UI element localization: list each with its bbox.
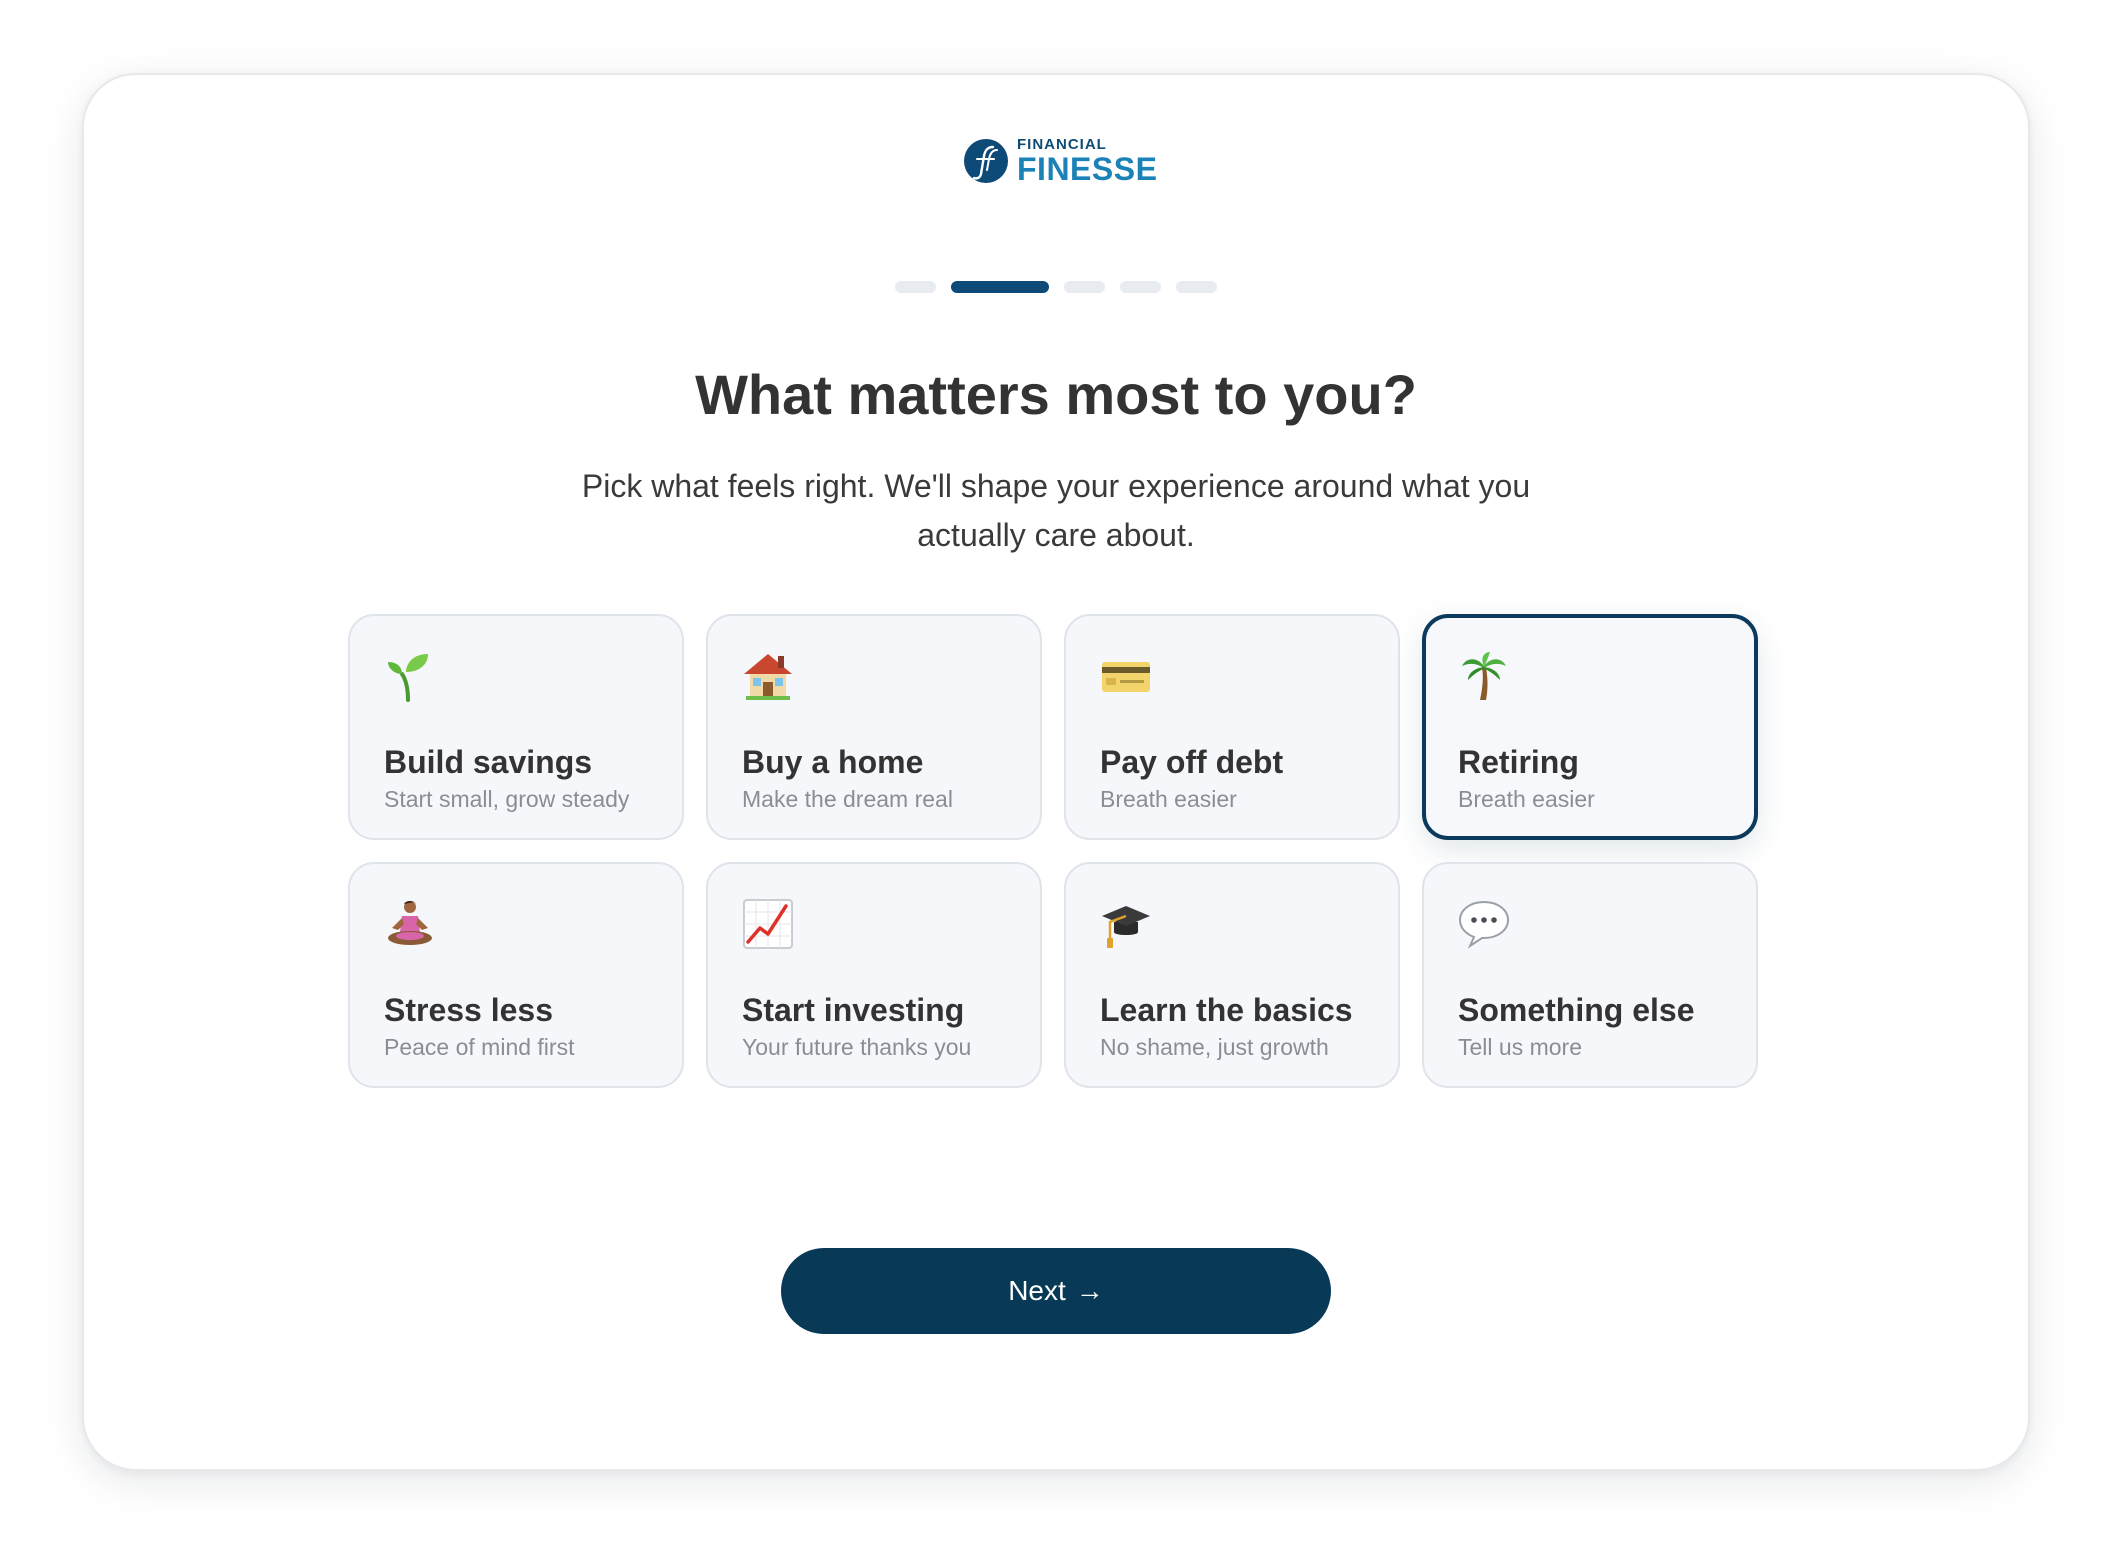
options-grid: Build savings Start small, grow steady B… <box>348 614 1758 1088</box>
option-subtitle: No shame, just growth <box>1100 1034 1329 1060</box>
palm-tree-icon <box>1462 652 1506 700</box>
meditation-icon <box>388 901 432 945</box>
chart-increasing-icon <box>743 899 793 949</box>
option-subtitle: Peace of mind first <box>384 1034 575 1060</box>
option-learn-basics[interactable]: Learn the basics No shame, just growth <box>1064 862 1400 1088</box>
option-subtitle: Breath easier <box>1100 786 1237 812</box>
option-title: Buy a home <box>742 744 924 780</box>
option-title: Build savings <box>384 744 593 780</box>
option-something-else[interactable]: Something else Tell us more <box>1422 862 1758 1088</box>
page-subtitle: Pick what feels right. We'll shape your … <box>581 468 1531 553</box>
credit-card-icon <box>1102 662 1150 692</box>
step-progress <box>0 281 2112 293</box>
progress-step-5 <box>1176 281 1217 293</box>
page-title: What matters most to you? <box>695 363 1417 426</box>
option-subtitle: Breath easier <box>1458 786 1595 812</box>
finesse-logo-icon <box>964 139 1008 183</box>
option-subtitle: Your future thanks you <box>742 1034 972 1060</box>
option-title: Start investing <box>742 992 965 1028</box>
option-pay-off-debt[interactable]: Pay off debt Breath easier <box>1064 614 1400 840</box>
option-start-investing[interactable]: Start investing Your future thanks you <box>706 862 1042 1088</box>
graduation-cap-icon <box>1102 906 1150 948</box>
option-subtitle: Make the dream real <box>742 786 953 812</box>
speech-bubble-icon <box>1458 900 1510 949</box>
option-subtitle: Tell us more <box>1458 1034 1582 1060</box>
option-title: Retiring <box>1458 744 1579 780</box>
progress-step-2 <box>951 281 1049 293</box>
option-title: Stress less <box>384 992 554 1028</box>
option-subtitle: Start small, grow steady <box>384 786 630 812</box>
option-retiring[interactable]: Retiring Breath easier <box>1422 614 1758 840</box>
option-build-savings[interactable]: Build savings Start small, grow steady <box>348 614 684 840</box>
progress-step-4 <box>1120 281 1161 293</box>
option-title: Something else <box>1458 992 1695 1028</box>
next-button[interactable]: Next → <box>781 1248 1331 1334</box>
progress-step-1 <box>895 281 936 293</box>
arrow-right-icon: → <box>1075 1275 1104 1306</box>
option-buy-home[interactable]: Buy a home Make the dream real <box>706 614 1042 840</box>
brand-small-text: FINANCIAL <box>1017 136 1107 153</box>
seedling-icon <box>388 654 428 702</box>
next-button-label: Next <box>1008 1275 1066 1306</box>
option-title: Pay off debt <box>1100 744 1284 780</box>
brand-logo: FINANCIAL FINESSE <box>963 135 1157 187</box>
progress-step-3 <box>1064 281 1105 293</box>
option-title: Learn the basics <box>1100 992 1353 1028</box>
brand-big-text: FINESSE <box>1017 151 1158 187</box>
house-icon <box>744 654 792 700</box>
option-stress-less[interactable]: Stress less Peace of mind first <box>348 862 684 1088</box>
